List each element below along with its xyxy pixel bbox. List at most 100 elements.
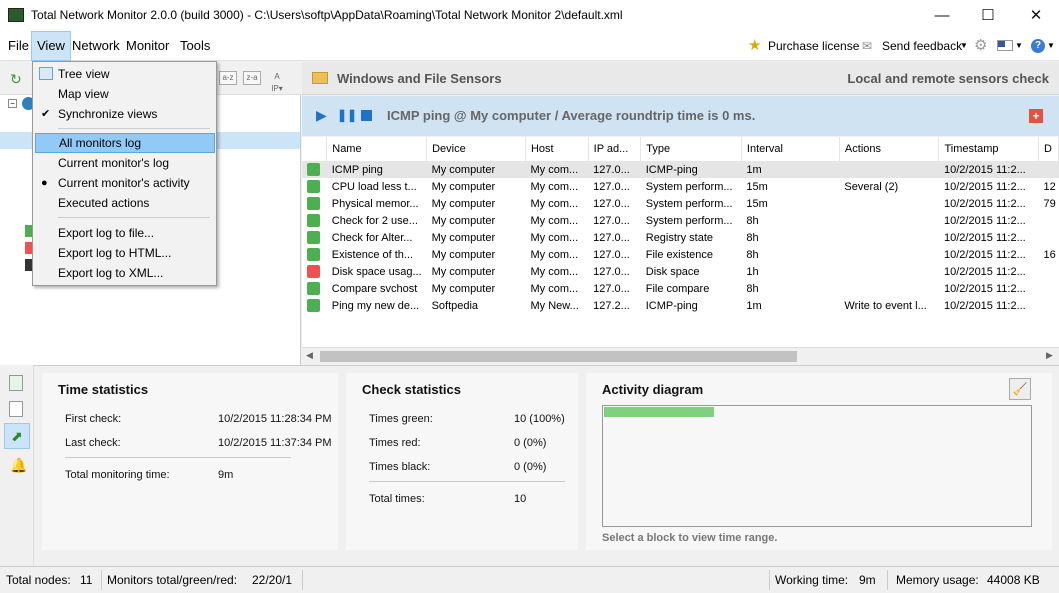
- activity-diagram-canvas[interactable]: [602, 405, 1032, 527]
- scroll-left-icon[interactable]: ◀: [306, 350, 313, 361]
- menu-item-current-monitor-activity[interactable]: ● Current monitor's activity: [35, 173, 215, 193]
- menu-item-export-html[interactable]: Export log to HTML...: [35, 243, 215, 263]
- document-icon[interactable]: [9, 401, 23, 417]
- sort-az-icon[interactable]: a-z: [219, 71, 237, 85]
- cell-host: My com...: [525, 161, 589, 178]
- activity-block[interactable]: [604, 407, 714, 417]
- menu-item-executed-actions[interactable]: Executed actions: [35, 193, 215, 213]
- table-row[interactable]: Disk space usag... My computer My com... 12…: [302, 263, 1059, 280]
- help-chevron-icon[interactable]: ▼: [1047, 31, 1055, 61]
- times-red-value: 0 (0%): [514, 437, 547, 449]
- check-statistics-panel: Check statistics Times green: 10 (100%) …: [346, 373, 578, 550]
- cell-name: Physical memor...: [331, 197, 419, 210]
- monitors-table: Name Device Host IP ad... Type Interval …: [302, 137, 1059, 347]
- menu-item-export-file[interactable]: Export log to file...: [35, 223, 215, 243]
- status-cell: [302, 178, 327, 195]
- column-header-ip[interactable]: IP ad...: [588, 137, 642, 162]
- purchase-license-link[interactable]: Purchase license: [768, 31, 859, 61]
- last-check-label: Last check:: [65, 437, 121, 449]
- close-button[interactable]: ✕: [1013, 0, 1059, 31]
- column-header-device[interactable]: Device: [426, 137, 526, 162]
- flag-icon[interactable]: [997, 40, 1013, 51]
- table-row[interactable]: Compare svchost My computer My com... 127.0…: [302, 280, 1059, 297]
- pause-icon[interactable]: ❚❚: [337, 108, 357, 122]
- cell-actions: [839, 280, 939, 297]
- total-time-value: 9m: [218, 469, 234, 481]
- cell-timestamp: 10/2/2015 11:2...: [943, 180, 1026, 193]
- table-row[interactable]: ICMP ping My computer My com... 127.0... ICM…: [302, 161, 1059, 178]
- activity-chart-icon[interactable]: ⬈: [4, 423, 30, 449]
- tree-expander[interactable]: −: [8, 99, 17, 108]
- sort-za-icon[interactable]: z-a: [243, 71, 261, 85]
- times-red-label: Times red:: [369, 437, 421, 449]
- status-cell: [302, 161, 327, 178]
- view-menu-dropdown: Tree view Map view ✔ Synchronize views A…: [32, 61, 217, 286]
- play-icon[interactable]: ▶: [316, 107, 327, 124]
- cell-device: My computer: [431, 248, 496, 261]
- sensor-group-title: Windows and File Sensors: [337, 71, 502, 86]
- cell-host: My com...: [530, 197, 579, 210]
- sort-ip-icon[interactable]: A IP▾: [268, 71, 286, 93]
- menu-view[interactable]: View: [31, 31, 71, 61]
- activity-hint: Select a block to view time range.: [602, 532, 778, 544]
- menu-network[interactable]: Network: [67, 31, 125, 61]
- send-feedback-link[interactable]: Send feedback: [882, 31, 962, 61]
- maximize-button[interactable]: ☐: [965, 0, 1011, 31]
- column-header-host[interactable]: Host: [525, 137, 589, 162]
- total-time-label: Total monitoring time:: [65, 469, 170, 481]
- cell-actions: [839, 229, 939, 246]
- divider: [369, 481, 565, 482]
- column-header-name[interactable]: Name: [326, 137, 428, 162]
- column-header-actions[interactable]: Actions: [839, 137, 940, 162]
- cell-host: My New...: [530, 299, 579, 312]
- table-row[interactable]: Physical memor... My computer My com... 127…: [302, 195, 1059, 212]
- column-header-interval[interactable]: Interval: [741, 137, 840, 162]
- scrollbar-thumb[interactable]: [320, 351, 797, 362]
- menu-item-synchronize-views[interactable]: ✔ Synchronize views: [35, 104, 215, 124]
- menu-item-all-monitors-log[interactable]: All monitors log: [35, 133, 215, 153]
- add-icon[interactable]: +: [1029, 109, 1043, 123]
- menu-item-current-monitor-log[interactable]: Current monitor's log: [35, 153, 215, 173]
- table-row[interactable]: Check for Alter... My computer My com... 12…: [302, 229, 1059, 246]
- clear-brush-icon[interactable]: 🧹: [1009, 378, 1031, 400]
- menu-tools[interactable]: Tools: [175, 31, 215, 61]
- cell-ip: 127.0...: [593, 248, 630, 261]
- cell-type: System perform...: [645, 180, 733, 193]
- cell-d: [1039, 297, 1059, 314]
- table-row[interactable]: Check for 2 use... My computer My com... 12…: [302, 212, 1059, 229]
- scroll-right-icon[interactable]: ▶: [1046, 350, 1053, 361]
- question-icon[interactable]: ?: [1031, 39, 1045, 53]
- cell-interval: 15m: [746, 197, 768, 210]
- language-chevron-icon[interactable]: ▼: [1015, 31, 1023, 61]
- menu-item-export-xml[interactable]: Export log to XML...: [35, 263, 215, 283]
- cell-host: My com...: [530, 265, 579, 278]
- column-header-type[interactable]: Type: [640, 137, 742, 162]
- mail-icon: ✉: [862, 39, 873, 53]
- column-header-status[interactable]: [302, 137, 328, 162]
- log-icon[interactable]: [9, 375, 23, 391]
- working-time-label: Working time:: [775, 573, 849, 587]
- bell-icon[interactable]: 🔔: [10, 457, 27, 474]
- menu-file[interactable]: File: [3, 31, 34, 61]
- gear-icon[interactable]: ⚙: [974, 31, 987, 61]
- menu-monitor[interactable]: Monitor: [121, 31, 174, 61]
- cell-device: My computer: [431, 231, 496, 244]
- table-row[interactable]: Ping my new de... Softpedia My New... 127.2…: [302, 297, 1059, 314]
- menu-item-map-view[interactable]: Map view: [35, 84, 215, 104]
- horizontal-scrollbar[interactable]: ◀ ▶: [302, 347, 1059, 364]
- cell-timestamp: 10/2/2015 11:2...: [938, 161, 1039, 178]
- status-cell: [302, 195, 327, 212]
- cell-host: My com...: [530, 231, 579, 244]
- times-black-value: 0 (0%): [514, 461, 547, 473]
- chevron-down-icon: ▼: [960, 41, 968, 50]
- stop-icon[interactable]: [361, 110, 372, 121]
- refresh-icon[interactable]: ↻: [10, 71, 26, 87]
- table-row[interactable]: CPU load less t... My computer My com... 12…: [302, 178, 1059, 195]
- menu-item-tree-view[interactable]: Tree view: [35, 64, 215, 84]
- minimize-button[interactable]: —: [919, 0, 965, 31]
- table-row[interactable]: Existence of th... My computer My com... 12…: [302, 246, 1059, 263]
- table-header: Name Device Host IP ad... Type Interval …: [302, 137, 1059, 162]
- column-header-d[interactable]: D: [1038, 137, 1059, 162]
- column-header-timestamp[interactable]: Timestamp: [938, 137, 1040, 162]
- menu-separator: [58, 128, 210, 129]
